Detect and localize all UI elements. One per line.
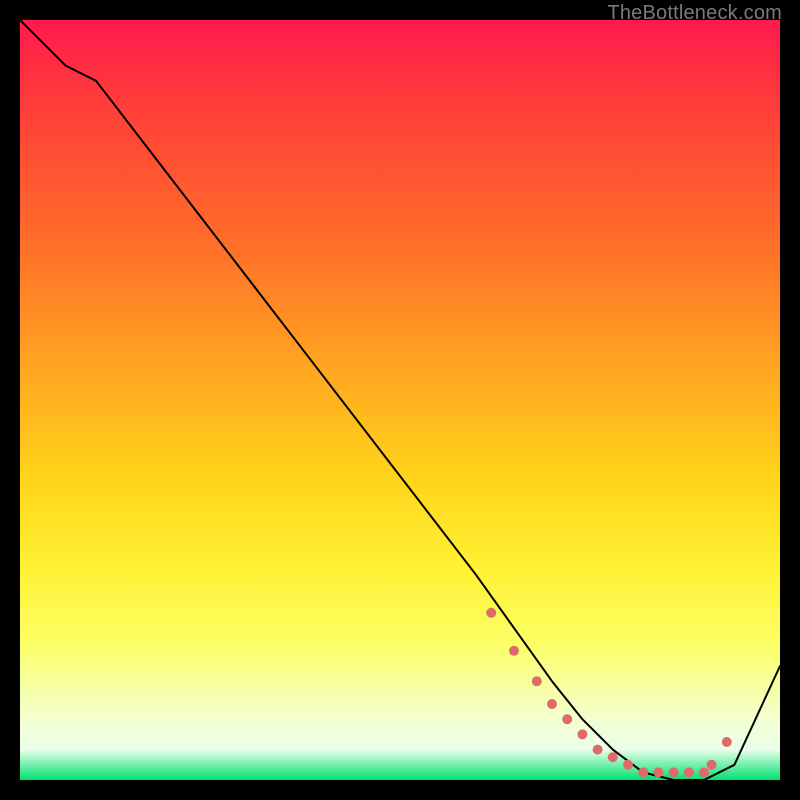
marker-dot [562,714,572,724]
marker-dot [699,767,709,777]
chart-svg [20,20,780,780]
marker-dot [593,745,603,755]
marker-dot [577,729,587,739]
marker-dot [707,760,717,770]
marker-dot [547,699,557,709]
marker-dot [608,752,618,762]
marker-dot [684,767,694,777]
marker-dot [532,676,542,686]
marker-dot [722,737,732,747]
chart-area [20,20,780,780]
marker-dot [669,767,679,777]
marker-dot [509,646,519,656]
marker-dot [623,760,633,770]
stage: TheBottleneck.com [0,0,800,800]
marker-dot [638,767,648,777]
series-curve [20,20,780,780]
marker-dot [486,608,496,618]
marker-dot [653,767,663,777]
